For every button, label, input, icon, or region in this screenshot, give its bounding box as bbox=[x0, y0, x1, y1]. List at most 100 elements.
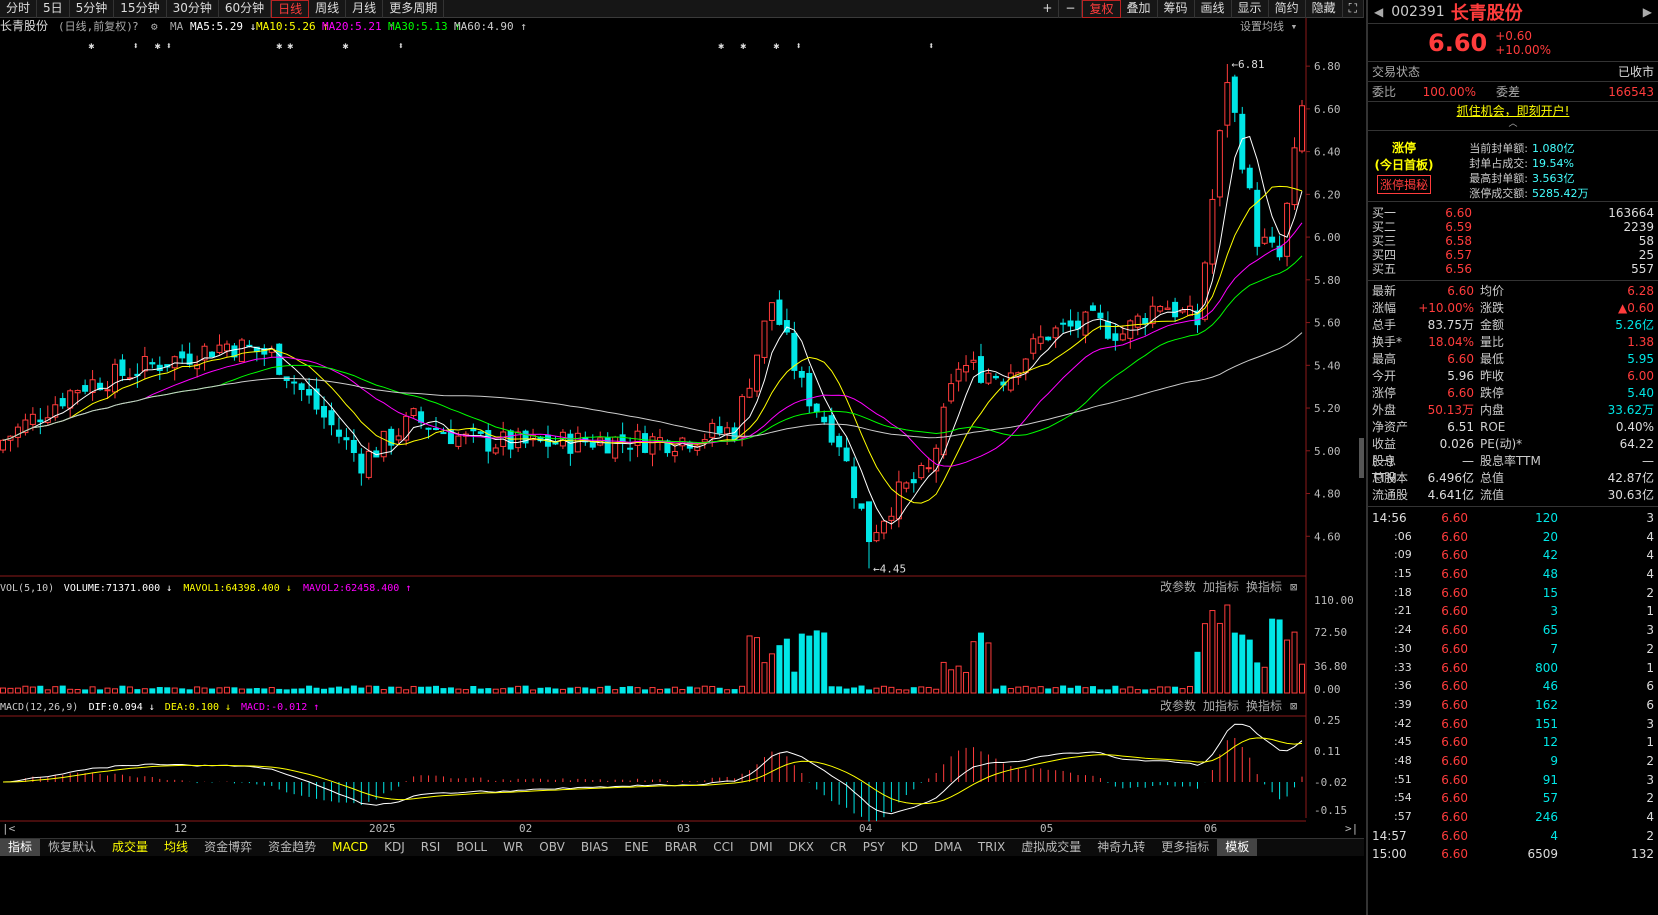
event-marker-icon[interactable]: ✱ bbox=[343, 41, 349, 52]
indicator-tab-22[interactable]: TRIX bbox=[970, 839, 1013, 856]
vol-close-icon[interactable]: ⊠ bbox=[1290, 580, 1297, 594]
vol-panel-btn-0[interactable]: 改参数 bbox=[1160, 579, 1196, 594]
toolbar-btn-6[interactable]: 显示 bbox=[1232, 0, 1269, 18]
limit-reveal-button[interactable]: 涨停揭秘 bbox=[1376, 174, 1431, 194]
indicator-tab-25[interactable]: 更多指标 bbox=[1153, 839, 1217, 856]
period-tab-4[interactable]: 30分钟 bbox=[167, 0, 219, 18]
tick-price: 6.60 bbox=[1441, 716, 1468, 731]
indicator-tab-1[interactable]: 恢复默认 bbox=[40, 839, 104, 856]
event-marker-icon[interactable]: ✱ bbox=[276, 41, 282, 52]
tick-row: :39 6.60 162 6 bbox=[1372, 696, 1654, 715]
indicator-tab-26[interactable]: 模板 bbox=[1217, 839, 1258, 856]
scroll-left-icon[interactable]: |< bbox=[2, 822, 16, 835]
ma-setting-button[interactable]: 设置均线 ▾ bbox=[1240, 19, 1297, 33]
bid-row[interactable]: 买四 6.57 25 bbox=[1372, 248, 1654, 262]
toolbar-btn-4[interactable]: 筹码 bbox=[1158, 0, 1195, 18]
right-arrow-icon[interactable]: ▶ bbox=[1643, 5, 1652, 19]
tick-row: :51 6.60 91 3 bbox=[1372, 771, 1654, 790]
period-tab-8[interactable]: 月线 bbox=[346, 0, 384, 18]
candle-body bbox=[365, 450, 372, 478]
stat-value-2: 0.40% bbox=[1615, 420, 1654, 434]
toolbar-btn-1[interactable]: − bbox=[1059, 0, 1083, 18]
event-marker-icon[interactable]: ✱ bbox=[773, 41, 779, 52]
macd-panel-btn-0[interactable]: 改参数 bbox=[1160, 698, 1196, 713]
indicator-tab-10[interactable]: WR bbox=[495, 839, 531, 856]
toolbar-btn-0[interactable]: + bbox=[1036, 0, 1060, 18]
indicator-tab-12[interactable]: BIAS bbox=[573, 839, 617, 856]
indicator-tab-8[interactable]: RSI bbox=[413, 839, 449, 856]
fullscreen-icon[interactable]: ⛶ bbox=[1343, 0, 1364, 18]
stat-row: 收益(一) 0.026 PE(动)* 64.22 bbox=[1372, 436, 1654, 468]
volume-bar bbox=[567, 687, 574, 694]
indicator-tab-15[interactable]: CCI bbox=[705, 839, 741, 856]
indicator-tab-18[interactable]: CR bbox=[822, 839, 855, 856]
period-tab-7[interactable]: 周线 bbox=[309, 0, 347, 18]
indicator-tab-19[interactable]: PSY bbox=[855, 839, 893, 856]
vol-panel-btn-1[interactable]: 加指标 bbox=[1203, 579, 1239, 594]
period-tab-1[interactable]: 5日 bbox=[37, 0, 70, 18]
macd-panel-btn-2[interactable]: 换指标 bbox=[1246, 698, 1282, 713]
candle-body bbox=[873, 532, 880, 542]
event-marker-icon[interactable]: ✱ bbox=[718, 41, 724, 52]
candle-body bbox=[433, 427, 439, 430]
period-tab-0[interactable]: 分时 bbox=[0, 0, 38, 18]
indicator-tab-0[interactable]: 指标 bbox=[0, 839, 41, 856]
toolbar-btn-2[interactable]: 复权 bbox=[1082, 0, 1121, 18]
period-tab-3[interactable]: 15分钟 bbox=[114, 0, 167, 18]
indicator-tab-16[interactable]: DMI bbox=[742, 839, 781, 856]
toolbar-btn-7[interactable]: 简约 bbox=[1269, 0, 1306, 18]
help-icon[interactable]: ? bbox=[132, 20, 139, 33]
indicator-tab-20[interactable]: KD bbox=[893, 839, 926, 856]
stat-value-2: 6.28 bbox=[1627, 284, 1654, 298]
event-marker-icon[interactable]: ⬍ bbox=[928, 41, 934, 52]
bid-row[interactable]: 买一 6.60 163664 bbox=[1372, 206, 1654, 220]
event-marker-icon[interactable]: ✱ bbox=[155, 41, 161, 52]
indicator-tab-23[interactable]: 虚拟成交量 bbox=[1013, 839, 1089, 856]
scroll-right-icon[interactable]: >| bbox=[1345, 822, 1358, 835]
open-account-link[interactable]: 抓住机会，即刻开户! bbox=[1368, 102, 1658, 120]
indicator-tab-13[interactable]: ENE bbox=[616, 839, 656, 856]
indicator-tab-5[interactable]: 资金趋势 bbox=[260, 839, 324, 856]
period-tab-6[interactable]: 日线 bbox=[271, 0, 310, 18]
event-marker-icon[interactable]: ⬍ bbox=[133, 41, 139, 52]
period-tab-9[interactable]: 更多周期 bbox=[383, 0, 445, 18]
event-marker-icon[interactable]: ⬍ bbox=[398, 41, 404, 52]
gear-icon[interactable]: ⚙ bbox=[151, 20, 158, 33]
indicator-tab-6[interactable]: MACD bbox=[324, 839, 376, 856]
indicator-tab-17[interactable]: DKX bbox=[781, 839, 822, 856]
collapse-icon[interactable]: ︿ bbox=[1368, 120, 1658, 130]
side-collapse-handle[interactable] bbox=[1359, 438, 1364, 478]
kline-chart[interactable]: 长青股份 (日线,前复权)? ⚙ MA MA5:5.29 ↓ MA10:5.26 ↑MA2… bbox=[0, 18, 1364, 838]
macd-panel-btn-1[interactable]: 加指标 bbox=[1203, 698, 1239, 713]
indicator-tab-24[interactable]: 神奇九转 bbox=[1089, 839, 1153, 856]
toolbar-btn-5[interactable]: 画线 bbox=[1195, 0, 1232, 18]
indicator-tab-2[interactable]: 成交量 bbox=[104, 839, 156, 856]
bid-volume: 557 bbox=[1631, 262, 1654, 276]
candle-body bbox=[977, 356, 984, 383]
tick-volume: 12 bbox=[1542, 735, 1558, 750]
vol-panel-btn-2[interactable]: 换指标 bbox=[1246, 579, 1282, 594]
indicator-tab-4[interactable]: 资金博弈 bbox=[196, 839, 260, 856]
indicator-tab-21[interactable]: DMA bbox=[926, 839, 970, 856]
event-marker-icon[interactable]: ✱ bbox=[740, 41, 746, 52]
tick-time: 15:00 bbox=[1372, 847, 1407, 862]
bid-row[interactable]: 买五 6.56 557 bbox=[1372, 262, 1654, 276]
left-arrow-icon[interactable]: ◀ bbox=[1374, 5, 1383, 19]
bid-row[interactable]: 买三 6.58 58 bbox=[1372, 234, 1654, 248]
event-marker-icon[interactable]: ✱ bbox=[88, 41, 94, 52]
toolbar-btn-8[interactable]: 隐藏 bbox=[1306, 0, 1343, 18]
macd-close-icon[interactable]: ⊠ bbox=[1290, 699, 1297, 713]
indicator-tab-11[interactable]: OBV bbox=[531, 839, 573, 856]
toolbar-btn-3[interactable]: 叠加 bbox=[1121, 0, 1158, 18]
indicator-tab-14[interactable]: BRAR bbox=[657, 839, 706, 856]
indicator-tab-7[interactable]: KDJ bbox=[376, 839, 413, 856]
bid-row[interactable]: 买二 6.59 2239 bbox=[1372, 220, 1654, 234]
period-tab-5[interactable]: 60分钟 bbox=[219, 0, 272, 18]
event-marker-icon[interactable]: ✱ bbox=[287, 41, 293, 52]
indicator-tab-9[interactable]: BOLL bbox=[448, 839, 495, 856]
event-marker-icon[interactable]: ⬍ bbox=[166, 41, 172, 52]
indicator-tab-3[interactable]: 均线 bbox=[156, 839, 196, 856]
period-tab-2[interactable]: 5分钟 bbox=[70, 0, 115, 18]
event-marker-icon[interactable]: ⬍ bbox=[796, 41, 802, 52]
volume-bar bbox=[216, 687, 223, 694]
